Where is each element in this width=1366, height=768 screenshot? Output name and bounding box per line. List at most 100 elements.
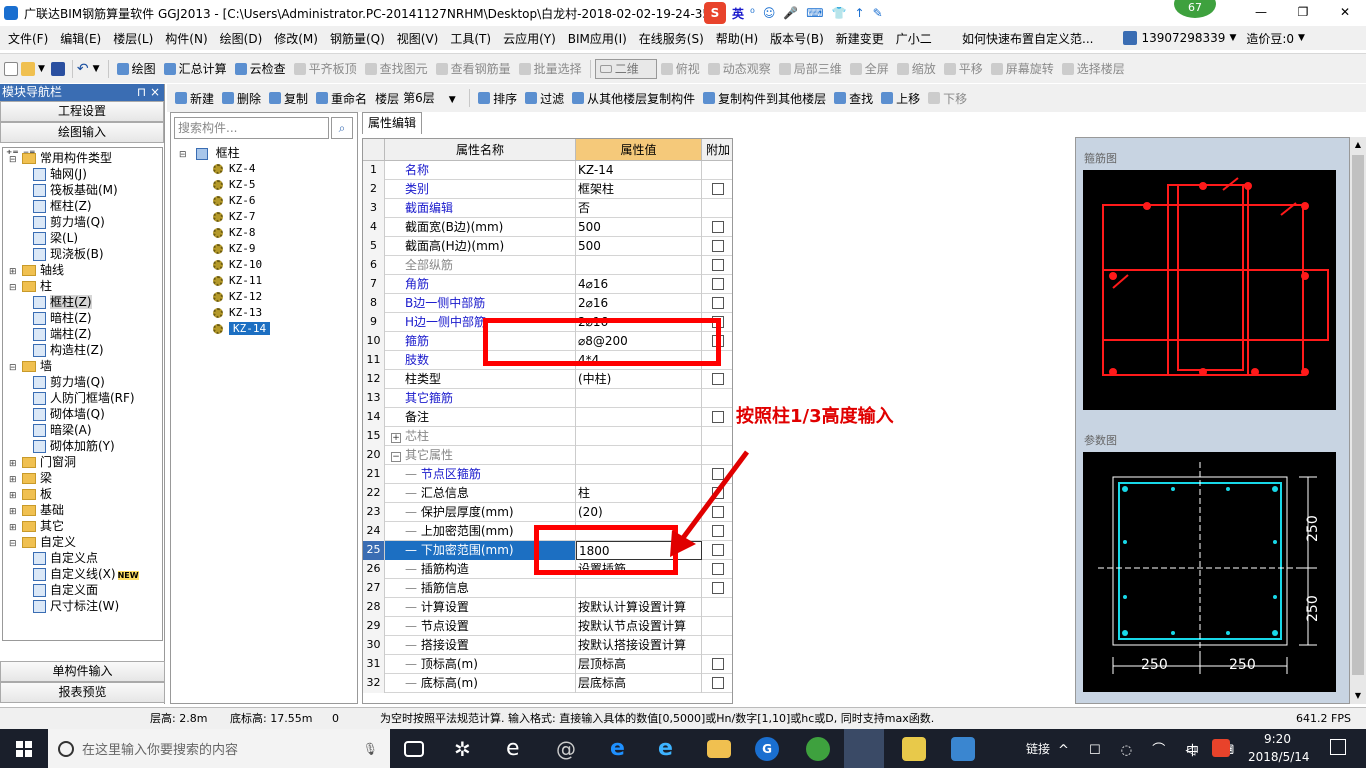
- tree-item[interactable]: 剪力墙(Q): [33, 214, 105, 230]
- toolbar-button[interactable]: 查找: [830, 84, 877, 112]
- property-value[interactable]: 否: [576, 199, 702, 218]
- tree-item[interactable]: 自定义线(X) NEW: [33, 566, 139, 582]
- property-value[interactable]: 层顶标高: [576, 655, 702, 674]
- toolbar-button[interactable]: 绘图: [113, 54, 160, 83]
- toolbar-button[interactable]: 批量选择: [515, 54, 586, 83]
- chevron-down-icon[interactable]: ▼: [93, 64, 100, 74]
- tree-folder[interactable]: ⊞ 板: [9, 486, 52, 502]
- menu-item[interactable]: 版本号(B): [764, 30, 830, 47]
- view-select[interactable]: 二维: [594, 58, 657, 79]
- vertical-scrollbar[interactable]: ▲ ▼: [1350, 137, 1366, 704]
- component-item[interactable]: KZ-8: [213, 225, 256, 241]
- toolbar-button[interactable]: 查找图元: [361, 54, 432, 83]
- attach-checkbox[interactable]: [712, 240, 724, 252]
- nav-tab-project-settings[interactable]: 工程设置: [0, 101, 164, 122]
- expand-icon[interactable]: +: [391, 433, 401, 443]
- toolbar-button[interactable]: 俯视: [657, 54, 704, 83]
- tray-link-label[interactable]: 链接: [1026, 740, 1050, 757]
- microphone-icon[interactable]: 🎙: [363, 742, 378, 756]
- tree-item[interactable]: 自定义面: [33, 582, 98, 598]
- menu-item[interactable]: 构件(N): [159, 30, 213, 47]
- menu-item[interactable]: 云应用(Y): [497, 30, 562, 47]
- component-search-input[interactable]: 搜索构件...: [174, 117, 329, 139]
- attach-checkbox[interactable]: [712, 563, 724, 575]
- property-value[interactable]: 4⌀16: [576, 275, 702, 294]
- property-row[interactable]: 1 名称 KZ-14: [363, 161, 732, 180]
- clock-time[interactable]: 9:20: [1264, 732, 1291, 746]
- toolbar-button[interactable]: 下移: [924, 84, 971, 112]
- toolbar-button[interactable]: 删除: [218, 84, 265, 112]
- scroll-down-icon[interactable]: ▼: [1350, 688, 1366, 704]
- tree-item[interactable]: 砌体加筋(Y): [33, 438, 115, 454]
- file-explorer-icon[interactable]: [707, 740, 731, 758]
- tree-folder[interactable]: ⊟ 自定义: [9, 534, 76, 550]
- property-value[interactable]: KZ-14: [576, 161, 702, 180]
- attach-checkbox[interactable]: [712, 582, 724, 594]
- sogou-ime-icon[interactable]: S: [704, 2, 726, 24]
- expand-icon[interactable]: −: [391, 452, 401, 462]
- property-row[interactable]: 6 全部纵筋: [363, 256, 732, 275]
- property-row[interactable]: 4 截面宽(B边)(mm) 500: [363, 218, 732, 237]
- tree-folder[interactable]: ⊞ 其它: [9, 518, 64, 534]
- ime-tool-icons[interactable]: ⁰☺🎤⌨👕↑✎: [750, 6, 891, 20]
- property-value[interactable]: 层底标高: [576, 674, 702, 693]
- glodon-active-icon[interactable]: [844, 729, 884, 768]
- tree-item[interactable]: 砌体墙(Q): [33, 406, 105, 422]
- property-row[interactable]: 32— 底标高(m) 层底标高: [363, 674, 732, 693]
- nav-tab-report-preview[interactable]: 报表预览: [0, 682, 165, 703]
- property-value[interactable]: 500: [576, 237, 702, 256]
- chevron-down-icon[interactable]: ▼: [1229, 33, 1236, 43]
- nav-tab-single-component[interactable]: 单构件输入: [0, 661, 165, 682]
- tab-property-edit[interactable]: 属性编辑: [362, 112, 422, 134]
- property-value[interactable]: [576, 256, 702, 275]
- tree-item[interactable]: 构造柱(Z): [33, 342, 104, 358]
- windows-start-icon[interactable]: [16, 741, 32, 757]
- clock-date[interactable]: 2018/5/14: [1248, 750, 1310, 764]
- tray-sogou-icon[interactable]: [1212, 739, 1230, 757]
- undo-icon[interactable]: ↶: [77, 61, 89, 77]
- menu-item[interactable]: 编辑(E): [54, 30, 107, 47]
- toolbar-button[interactable]: 云检查: [231, 54, 290, 83]
- property-value[interactable]: 2⌀16: [576, 294, 702, 313]
- menu-item[interactable]: 楼层(L): [107, 30, 159, 47]
- taskbar-search-input[interactable]: 在这里输入你要搜索的内容 🎙: [48, 729, 390, 768]
- tree-folder[interactable]: ⊞ 梁: [9, 470, 52, 486]
- attach-checkbox[interactable]: [712, 278, 724, 290]
- property-row[interactable]: 5 截面高(H边)(mm) 500: [363, 237, 732, 256]
- menu-item[interactable]: 在线服务(S): [633, 30, 710, 47]
- ie-browser-icon[interactable]: e: [506, 737, 530, 761]
- notepad-icon[interactable]: [902, 737, 926, 761]
- property-value[interactable]: [576, 389, 702, 408]
- toolbar-button[interactable]: 新建: [171, 84, 218, 112]
- toolbar-button[interactable]: 平移: [940, 54, 987, 83]
- nav-tab-drawing-input[interactable]: 绘图输入: [0, 122, 164, 143]
- ime-lang[interactable]: 英: [732, 5, 744, 22]
- menu-item[interactable]: 帮助(H): [710, 30, 764, 47]
- save-icon[interactable]: [50, 61, 65, 76]
- property-row[interactable]: 12 柱类型 (中柱): [363, 370, 732, 389]
- component-root[interactable]: ⊟ 框柱: [179, 145, 240, 161]
- collapse-icon[interactable]: ⊟: [179, 147, 188, 163]
- component-item[interactable]: KZ-11: [213, 273, 262, 289]
- g-app-icon[interactable]: G: [755, 737, 779, 761]
- tree-folder[interactable]: ⊟ 常用构件类型: [9, 150, 112, 166]
- open-folder-icon[interactable]: [21, 61, 35, 76]
- attach-checkbox[interactable]: [712, 658, 724, 670]
- tree-folder[interactable]: ⊞ 门窗洞: [9, 454, 76, 470]
- search-icon[interactable]: ⌕: [331, 117, 353, 139]
- tree-item[interactable]: 自定义点: [33, 550, 98, 566]
- component-item[interactable]: KZ-5: [213, 177, 256, 193]
- property-row[interactable]: 27— 插筋信息: [363, 579, 732, 598]
- tree-folder[interactable]: ⊟ 墙: [9, 358, 52, 374]
- property-row[interactable]: 31— 顶标高(m) 层顶标高: [363, 655, 732, 674]
- attach-checkbox[interactable]: [712, 297, 724, 309]
- property-value[interactable]: 框架柱: [576, 180, 702, 199]
- toolbar-button[interactable]: 缩放: [893, 54, 940, 83]
- toolbar-button[interactable]: 动态观察: [704, 54, 775, 83]
- scroll-up-icon[interactable]: ▲: [1350, 137, 1366, 153]
- attach-checkbox[interactable]: [712, 373, 724, 385]
- photo-app-icon[interactable]: [951, 737, 975, 761]
- property-value[interactable]: (中柱): [576, 370, 702, 389]
- component-item[interactable]: KZ-12: [213, 289, 262, 305]
- tree-item[interactable]: 筏板基础(M): [33, 182, 118, 198]
